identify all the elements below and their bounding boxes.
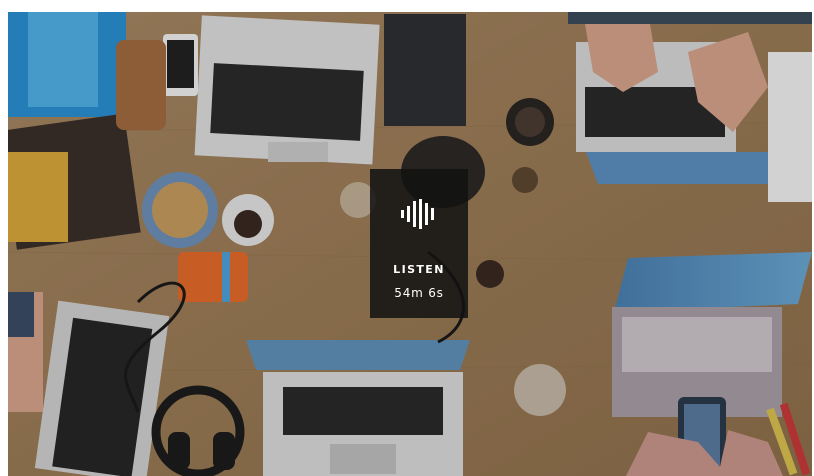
hero-image: LISTEN 54m 6s [8,12,812,476]
audio-waveform-icon [401,199,434,229]
audio-duration: 54m 6s [394,286,444,300]
listen-label: LISTEN [393,263,445,276]
listen-button[interactable]: LISTEN 54m 6s [370,169,468,318]
